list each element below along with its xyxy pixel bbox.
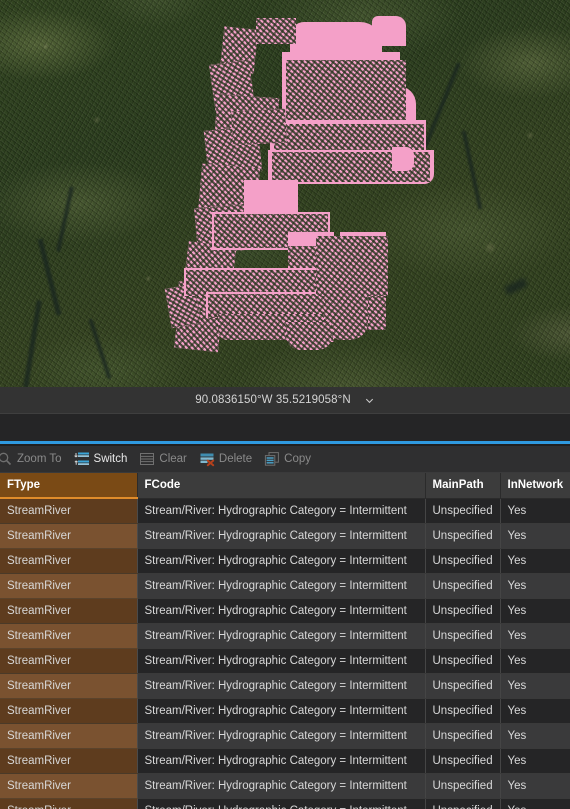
cell-fcode[interactable]: Stream/River: Hydrographic Category = In…	[137, 648, 426, 674]
table-row[interactable]: StreamRiverStream/River: Hydrographic Ca…	[0, 698, 570, 724]
cell-fcode[interactable]: Stream/River: Hydrographic Category = In…	[137, 748, 426, 774]
cell-ftype[interactable]: StreamRiver	[0, 548, 138, 574]
delete-selection-button[interactable]: Delete	[193, 448, 258, 470]
copy-icon	[264, 451, 280, 467]
cell-mainpath[interactable]: Unspecified	[425, 673, 501, 699]
cell-innetwork[interactable]: Yes	[500, 498, 570, 524]
cell-mainpath[interactable]: Unspecified	[425, 798, 501, 809]
application-window: 90.0836150°W 35.5219058°N Zoom To Switch…	[0, 0, 570, 809]
cell-innetwork[interactable]: Yes	[500, 623, 570, 649]
cell-ftype[interactable]: StreamRiver	[0, 798, 138, 809]
cell-innetwork[interactable]: Yes	[500, 723, 570, 749]
cell-fcode[interactable]: Stream/River: Hydrographic Category = In…	[137, 548, 426, 574]
table-row[interactable]: StreamRiverStream/River: Hydrographic Ca…	[0, 648, 570, 674]
cell-mainpath[interactable]: Unspecified	[425, 698, 501, 724]
cell-fcode[interactable]: Stream/River: Hydrographic Category = In…	[137, 598, 426, 624]
clear-selection-icon	[139, 451, 155, 467]
cell-mainpath[interactable]: Unspecified	[425, 523, 501, 549]
cell-ftype[interactable]: StreamRiver	[0, 598, 138, 624]
table-row[interactable]: StreamRiverStream/River: Hydrographic Ca…	[0, 598, 570, 624]
cell-mainpath[interactable]: Unspecified	[425, 648, 501, 674]
header-row: FType FCode MainPath InNetwork	[0, 473, 570, 499]
cell-ftype[interactable]: StreamRiver	[0, 648, 138, 674]
cell-mainpath[interactable]: Unspecified	[425, 548, 501, 574]
attribute-table-toolbar: Zoom To Switch Clear Delete Copy	[0, 446, 570, 473]
cell-mainpath[interactable]: Unspecified	[425, 748, 501, 774]
cell-mainpath[interactable]: Unspecified	[425, 723, 501, 749]
attribute-table-grid: FType FCode MainPath InNetwork StreamRiv…	[0, 473, 570, 809]
table-row[interactable]: StreamRiverStream/River: Hydrographic Ca…	[0, 573, 570, 599]
cell-ftype[interactable]: StreamRiver	[0, 573, 138, 599]
map-status-bar: 90.0836150°W 35.5219058°N	[0, 387, 570, 414]
cell-innetwork[interactable]: Yes	[500, 598, 570, 624]
cell-fcode[interactable]: Stream/River: Hydrographic Category = In…	[137, 573, 426, 599]
zoom-to-button[interactable]: Zoom To	[0, 448, 68, 470]
map-view[interactable]	[0, 0, 570, 387]
cell-ftype[interactable]: StreamRiver	[0, 523, 138, 549]
cell-fcode[interactable]: Stream/River: Hydrographic Category = In…	[137, 673, 426, 699]
column-header-ftype[interactable]: FType	[0, 473, 138, 499]
zoom-to-icon	[0, 451, 13, 467]
cell-innetwork[interactable]: Yes	[500, 748, 570, 774]
selected-features-overlay	[0, 0, 570, 387]
delete-selection-icon	[199, 451, 215, 467]
cell-fcode[interactable]: Stream/River: Hydrographic Category = In…	[137, 773, 426, 799]
chevron-down-icon[interactable]	[364, 395, 375, 406]
table-row[interactable]: StreamRiverStream/River: Hydrographic Ca…	[0, 548, 570, 574]
table-row[interactable]: StreamRiverStream/River: Hydrographic Ca…	[0, 773, 570, 799]
cell-ftype[interactable]: StreamRiver	[0, 723, 138, 749]
cell-ftype[interactable]: StreamRiver	[0, 498, 138, 524]
cell-innetwork[interactable]: Yes	[500, 798, 570, 809]
column-header-fcode[interactable]: FCode	[137, 473, 426, 499]
cell-innetwork[interactable]: Yes	[500, 573, 570, 599]
map-canvas[interactable]	[0, 0, 570, 387]
attribute-table[interactable]: FType FCode MainPath InNetwork StreamRiv…	[0, 473, 570, 809]
cell-innetwork[interactable]: Yes	[500, 698, 570, 724]
cell-innetwork[interactable]: Yes	[500, 773, 570, 799]
cell-fcode[interactable]: Stream/River: Hydrographic Category = In…	[137, 723, 426, 749]
cell-mainpath[interactable]: Unspecified	[425, 623, 501, 649]
cell-mainpath[interactable]: Unspecified	[425, 573, 501, 599]
cell-innetwork[interactable]: Yes	[500, 673, 570, 699]
table-panel-tab-strip[interactable]	[0, 414, 570, 442]
copy-label: Copy	[284, 453, 311, 465]
cell-ftype[interactable]: StreamRiver	[0, 698, 138, 724]
cell-fcode[interactable]: Stream/River: Hydrographic Category = In…	[137, 698, 426, 724]
switch-selection-icon	[73, 451, 90, 467]
cell-fcode[interactable]: Stream/River: Hydrographic Category = In…	[137, 498, 426, 524]
cell-ftype[interactable]: StreamRiver	[0, 623, 138, 649]
table-row[interactable]: StreamRiverStream/River: Hydrographic Ca…	[0, 723, 570, 749]
cell-fcode[interactable]: Stream/River: Hydrographic Category = In…	[137, 798, 426, 809]
column-header-innetwork[interactable]: InNetwork	[500, 473, 570, 499]
table-row[interactable]: StreamRiverStream/River: Hydrographic Ca…	[0, 748, 570, 774]
table-row[interactable]: StreamRiverStream/River: Hydrographic Ca…	[0, 673, 570, 699]
cell-ftype[interactable]: StreamRiver	[0, 673, 138, 699]
table-row[interactable]: StreamRiverStream/River: Hydrographic Ca…	[0, 498, 570, 524]
switch-selection-button[interactable]: Switch	[68, 448, 134, 470]
column-header-mainpath[interactable]: MainPath	[425, 473, 501, 499]
cell-fcode[interactable]: Stream/River: Hydrographic Category = In…	[137, 623, 426, 649]
cell-ftype[interactable]: StreamRiver	[0, 773, 138, 799]
cell-ftype[interactable]: StreamRiver	[0, 748, 138, 774]
cell-innetwork[interactable]: Yes	[500, 648, 570, 674]
cell-mainpath[interactable]: Unspecified	[425, 598, 501, 624]
coordinate-readout: 90.0836150°W 35.5219058°N	[195, 394, 351, 406]
switch-selection-label: Switch	[93, 453, 128, 465]
attribute-table-body: StreamRiver Stream/River: Hydrographic Ca…	[0, 498, 570, 809]
attribute-table-header: FType FCode MainPath InNetwork	[0, 473, 570, 499]
cell-fcode[interactable]: Stream/River: Hydrographic Category = In…	[137, 523, 426, 549]
copy-button[interactable]: Copy	[258, 448, 317, 470]
delete-selection-label: Delete	[218, 453, 253, 465]
table-row[interactable]: StreamRiverStream/River: Hydrographic Ca…	[0, 623, 570, 649]
table-row[interactable]: StreamRiverStream/River: Hydrographic Ca…	[0, 798, 570, 809]
cell-innetwork[interactable]: Yes	[500, 548, 570, 574]
cell-innetwork[interactable]: Yes	[500, 523, 570, 549]
clear-selection-label: Clear	[159, 453, 187, 465]
clear-selection-button[interactable]: Clear	[133, 448, 192, 470]
cell-mainpath[interactable]: Unspecified	[425, 773, 501, 799]
zoom-to-label: Zoom To	[17, 453, 62, 465]
cell-mainpath[interactable]: Unspecified	[425, 498, 501, 524]
table-row[interactable]: StreamRiverStream/River: Hydrographic Ca…	[0, 523, 570, 549]
